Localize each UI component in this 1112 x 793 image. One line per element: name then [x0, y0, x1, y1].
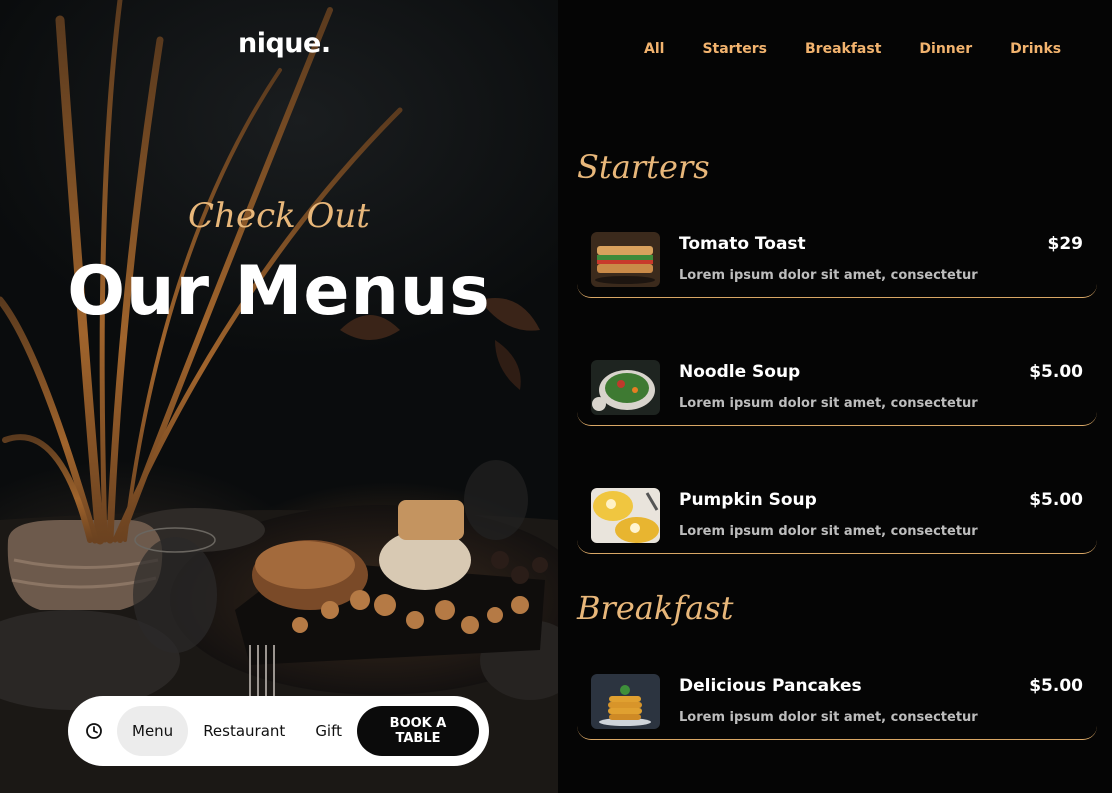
item-description: Lorem ipsum dolor sit amet, consectetur: [679, 268, 978, 283]
tab-starters[interactable]: Starters: [702, 41, 767, 57]
hero-headline: Our Menus: [67, 252, 491, 331]
item-name: Noodle Soup: [679, 362, 801, 382]
menu-item[interactable]: Pumpkin Soup Lorem ipsum dolor sit amet,…: [577, 474, 1097, 554]
nav-restaurant[interactable]: Restaurant: [188, 706, 300, 756]
hero-kicker: Check Out: [188, 196, 370, 236]
item-price: $29: [1047, 234, 1084, 254]
menu-panel: All Starters Breakfast Dinner Drinks Sta…: [558, 0, 1112, 793]
nav-menu[interactable]: Menu: [117, 706, 189, 756]
item-description: Lorem ipsum dolor sit amet, consectetur: [679, 710, 978, 725]
tab-breakfast[interactable]: Breakfast: [805, 41, 881, 57]
hero-food-photo: [0, 0, 558, 793]
menu-item[interactable]: Noodle Soup Lorem ipsum dolor sit amet, …: [577, 346, 1097, 426]
item-name: Delicious Pancakes: [679, 676, 862, 696]
item-description: Lorem ipsum dolor sit amet, consectetur: [679, 396, 978, 411]
clock-icon[interactable]: [85, 722, 103, 740]
item-price: $5.00: [1029, 676, 1083, 696]
menu-item[interactable]: Delicious Pancakes Lorem ipsum dolor sit…: [577, 660, 1097, 740]
nav-gift[interactable]: Gift: [300, 706, 357, 756]
soup-bowls-thumbnail: [591, 488, 660, 543]
item-description: Lorem ipsum dolor sit amet, consectetur: [679, 524, 978, 539]
item-name: Tomato Toast: [679, 234, 806, 254]
logo[interactable]: nique.: [238, 28, 331, 59]
bottom-nav: Menu Restaurant Gift BOOK A TABLE: [68, 696, 489, 766]
salad-bowl-thumbnail: [591, 360, 660, 415]
sandwich-thumbnail: [591, 232, 660, 287]
tab-all[interactable]: All: [644, 41, 664, 57]
item-price: $5.00: [1029, 362, 1083, 382]
section-title-breakfast: Breakfast: [577, 589, 734, 627]
menu-item[interactable]: Tomato Toast Lorem ipsum dolor sit amet,…: [577, 218, 1097, 298]
item-price: $5.00: [1029, 490, 1083, 510]
hero-section: nique. Check Out Our Menus Menu Restaura…: [0, 0, 558, 793]
section-title-starters: Starters: [577, 148, 710, 186]
item-name: Pumpkin Soup: [679, 490, 817, 510]
book-a-table-button[interactable]: BOOK A TABLE: [357, 706, 479, 756]
category-tabs: All Starters Breakfast Dinner Drinks: [644, 41, 1099, 57]
pancake-stack-thumbnail: [591, 674, 660, 729]
tab-drinks[interactable]: Drinks: [1010, 41, 1061, 57]
tab-dinner[interactable]: Dinner: [919, 41, 972, 57]
